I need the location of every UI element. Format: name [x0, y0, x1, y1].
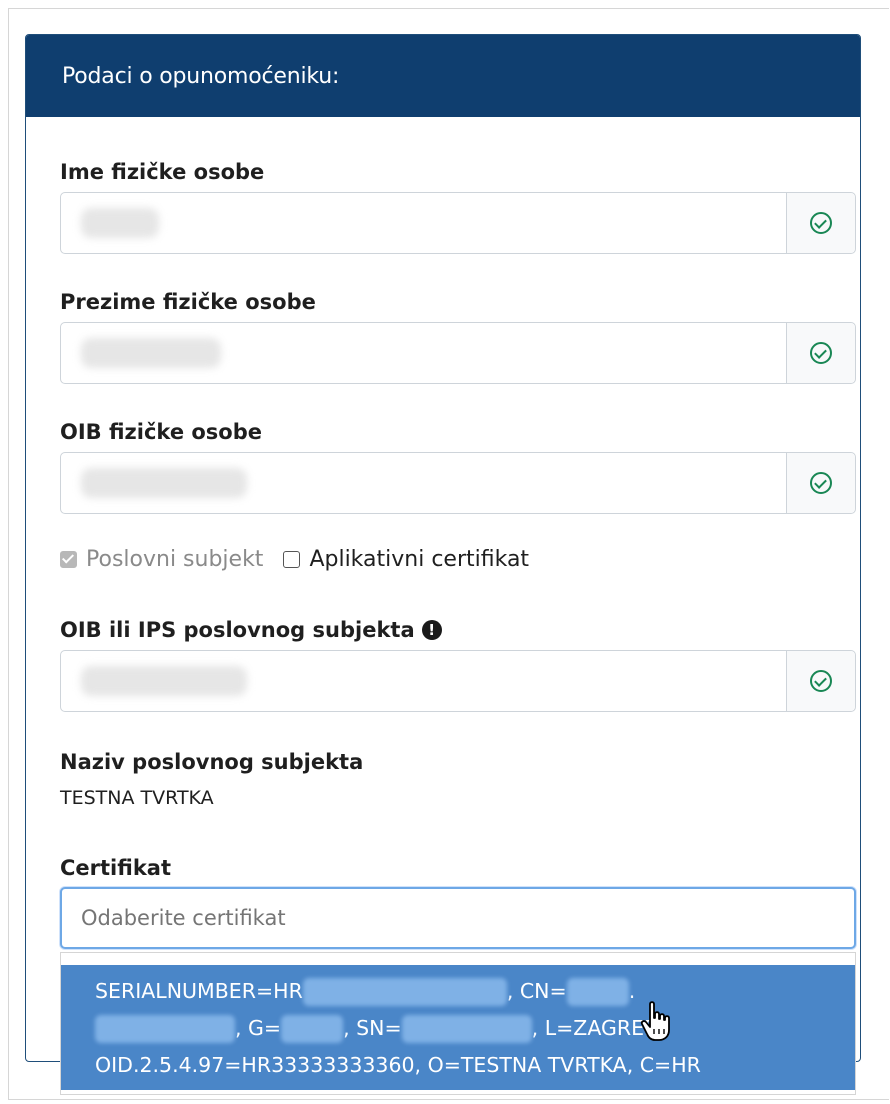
redacted-cn — [566, 978, 629, 1006]
option-cn-label: , CN= — [506, 979, 567, 1003]
hand-pointer-icon — [640, 1001, 670, 1041]
option-line-1: SERIALNUMBER=HR , CN=. — [95, 973, 825, 1010]
checkbox-row: Poslovni subjekt Aplikativni certifikat — [60, 547, 529, 572]
certificate-dropdown: SERIALNUMBER=HR, CN=. , G=, SN=, L=ZAGRE… — [60, 952, 856, 1095]
first-name-label-wrap: Ime fizičke osobe — [60, 159, 264, 185]
certificate-placeholder: Odaberite certifikat — [81, 906, 286, 930]
oib-label: OIB fizičke osobe — [60, 420, 263, 444]
business-oib-input[interactable] — [61, 651, 786, 711]
option-line-3: OID.2.5.4.97=HR33333333360, O=TESTNA TVR… — [95, 1053, 701, 1077]
last-name-input[interactable] — [61, 323, 786, 383]
oib-input[interactable] — [61, 453, 786, 513]
business-name-label: Naziv poslovnog subjekta — [60, 750, 364, 774]
business-oib-input-group — [60, 650, 856, 712]
first-name-label: Ime fizičke osobe — [60, 160, 265, 184]
last-name-input-group — [60, 322, 856, 384]
last-name-label-wrap: Prezime fizičke osobe — [60, 289, 316, 315]
redacted-value — [81, 208, 159, 238]
oib-input-group — [60, 452, 856, 514]
redacted-value — [81, 666, 247, 696]
certificate-select[interactable]: Odaberite certifikat — [60, 887, 856, 949]
last-name-label: Prezime fizičke osobe — [60, 290, 316, 314]
last-name-valid-addon — [786, 323, 855, 383]
app-certificate-checkbox[interactable] — [283, 551, 301, 568]
certificate-option[interactable]: SERIALNUMBER=HR, CN=. , G=, SN=, L=ZAGRE… — [61, 965, 855, 1090]
option-dot: . — [628, 979, 636, 1003]
card-title: Podaci o opunomoćeniku: — [62, 63, 340, 89]
option-serial-label: SERIALNUMBER=HR — [95, 979, 303, 1003]
business-name-wrap: Naziv poslovnog subjekta TESTNA TVRTKA — [60, 749, 363, 809]
app-certificate-label[interactable]: Aplikativni certifikat — [309, 547, 529, 572]
first-name-valid-addon — [786, 193, 855, 253]
redacted-g — [281, 1015, 344, 1043]
business-subject-checkbox — [60, 551, 77, 568]
check-circle-icon — [810, 670, 832, 692]
redacted-value — [81, 468, 247, 498]
check-circle-icon — [810, 342, 832, 364]
business-name-value: TESTNA TVRTKA — [60, 787, 214, 809]
oib-label-wrap: OIB fizičke osobe — [60, 419, 262, 445]
first-name-input-group — [60, 192, 856, 254]
redacted-value — [81, 338, 221, 368]
redacted-serial — [302, 978, 507, 1006]
business-oib-label: OIB ili IPS poslovnog subjekta ! — [60, 617, 442, 643]
certificate-label: Certifikat — [60, 856, 171, 880]
exclamation-circle-icon[interactable]: ! — [421, 620, 442, 640]
option-line-2: , G=, SN=, L=ZAGREB, — [95, 1010, 825, 1047]
business-oib-label-text: OIB ili IPS poslovnog subjekta — [60, 618, 415, 642]
business-subject-label: Poslovni subjekt — [86, 547, 264, 572]
oib-valid-addon — [786, 453, 855, 513]
check-circle-icon — [810, 212, 832, 234]
first-name-input[interactable] — [61, 193, 786, 253]
option-sn-label: , SN= — [343, 1016, 402, 1040]
certificate-label-wrap: Certifikat — [60, 855, 171, 881]
authorized-person-card: Podaci o opunomoćeniku: Ime fizičke osob… — [25, 34, 861, 1062]
option-g-label: , G= — [235, 1016, 282, 1040]
card-header: Podaci o opunomoćeniku: — [26, 35, 860, 117]
business-oib-valid-addon — [786, 651, 855, 711]
redacted-cn-rest — [95, 1015, 235, 1043]
check-circle-icon — [810, 472, 832, 494]
business-oib-label-wrap: OIB ili IPS poslovnog subjekta ! — [60, 617, 442, 643]
redacted-sn — [401, 1015, 532, 1043]
